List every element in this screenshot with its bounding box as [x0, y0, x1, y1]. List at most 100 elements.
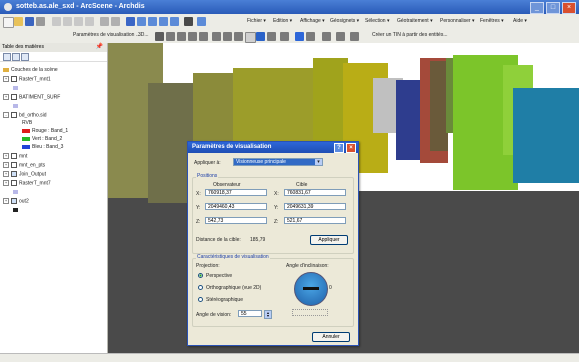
binoculars-icon[interactable]: [322, 32, 331, 41]
scene-layers-root[interactable]: Couches de la scène: [3, 67, 58, 73]
layer-checkbox[interactable]: [11, 76, 17, 82]
expand-icon[interactable]: +: [3, 76, 9, 82]
orthographic-radio[interactable]: [198, 285, 203, 290]
layer-checkbox-checked[interactable]: [11, 198, 17, 204]
pan-icon[interactable]: [234, 32, 243, 41]
help-icon[interactable]: ?: [334, 143, 344, 153]
redo-icon[interactable]: [111, 17, 120, 26]
delete-icon[interactable]: [85, 17, 94, 26]
dialog-title-bar[interactable]: Paramètres de visualisation ? ×: [188, 142, 358, 153]
tilt-dial[interactable]: [294, 272, 328, 306]
python-icon[interactable]: [197, 17, 206, 26]
window-tool-icon-2[interactable]: [148, 17, 157, 26]
navigate-icon[interactable]: [155, 32, 164, 41]
list-by-visibility-icon[interactable]: [21, 53, 29, 61]
minimize-icon[interactable]: _: [530, 2, 544, 14]
fov-field[interactable]: 55: [238, 310, 262, 317]
layer-rastert-mnt1[interactable]: + RasterT_mnt1: [3, 76, 51, 82]
layer-checkbox[interactable]: [11, 112, 17, 118]
menu-personnaliser[interactable]: Personnaliser ▾: [440, 18, 474, 24]
layer-checkbox[interactable]: [11, 153, 17, 159]
stereographic-radio[interactable]: [198, 297, 203, 302]
perspective-radio[interactable]: [198, 273, 203, 278]
collapse-icon[interactable]: -: [3, 112, 9, 118]
toolbox-icon[interactable]: [184, 17, 193, 26]
new-icon[interactable]: [3, 17, 14, 28]
red-swatch: [22, 128, 30, 133]
view-params-label[interactable]: Paramètres de visualisation ...: [73, 32, 140, 38]
identify-icon[interactable]: [267, 32, 276, 41]
menu-geotraitement[interactable]: Géotraitement ▾: [397, 18, 433, 24]
layer-checkbox[interactable]: [11, 94, 17, 100]
menu-fichier[interactable]: Fichier ▾: [247, 18, 266, 24]
select-icon[interactable]: [280, 32, 289, 41]
cancel-button[interactable]: Annuler: [312, 332, 350, 342]
list-by-source-icon[interactable]: [12, 53, 20, 61]
open-icon[interactable]: [14, 17, 23, 26]
window-tool-icon-3[interactable]: [159, 17, 168, 26]
globe-icon[interactable]: [256, 32, 265, 41]
expand-icon[interactable]: +: [3, 153, 9, 159]
print-icon[interactable]: [36, 17, 45, 26]
maximize-icon[interactable]: □: [546, 2, 560, 14]
fly-icon[interactable]: [166, 32, 175, 41]
expand-icon[interactable]: +: [3, 162, 9, 168]
layer-label: BATIMENT_SURF: [19, 94, 61, 101]
expand-icon[interactable]: +: [3, 94, 9, 100]
layer-join-output[interactable]: + Join_Output: [3, 171, 46, 177]
layer-mnt-en-pts[interactable]: + mnt_en_pts: [3, 162, 45, 168]
cut-icon[interactable]: [52, 17, 61, 26]
observer-y-field[interactable]: 2049460,43: [205, 203, 267, 210]
paste-icon[interactable]: [74, 17, 83, 26]
observer-z-field[interactable]: 542,73: [205, 217, 267, 224]
fov-spinner-icon[interactable]: ▴ ▾: [264, 310, 272, 319]
observer-x-field[interactable]: 760918,37: [205, 189, 267, 196]
menu-affichage[interactable]: Affichage ▾: [300, 18, 325, 24]
target-y-field[interactable]: 2049631,39: [284, 203, 346, 210]
save-icon[interactable]: [25, 17, 34, 26]
apply-button[interactable]: Appliquer: [310, 235, 348, 245]
zoom-out-icon[interactable]: [223, 32, 232, 41]
undo-icon[interactable]: [100, 17, 109, 26]
layer-rastert-mnt7[interactable]: + RasterT_mnt7: [3, 180, 51, 186]
create-tin-label[interactable]: Créer un TIN à partir des entités...: [372, 32, 448, 38]
layer-out2[interactable]: + out2: [3, 198, 29, 204]
expand-icon[interactable]: +: [3, 198, 9, 204]
apply-to-select[interactable]: Visionneuse principale ▾: [233, 158, 323, 166]
layer-mnt[interactable]: + mnt: [3, 153, 27, 159]
zoom-in-icon[interactable]: [212, 32, 221, 41]
add-data-icon[interactable]: [126, 17, 135, 26]
layer-bd-ortho[interactable]: - bd_ortho.sid: [3, 112, 47, 118]
layout-icon[interactable]: [336, 32, 345, 41]
layer-checkbox[interactable]: [11, 162, 17, 168]
zoom-target-icon[interactable]: [188, 32, 197, 41]
center-icon[interactable]: [199, 32, 208, 41]
target-x-field[interactable]: 760831,67: [284, 189, 346, 196]
dialog-close-icon[interactable]: ×: [346, 143, 356, 153]
layer-batiment-surf[interactable]: + BATIMENT_SURF: [3, 94, 60, 100]
menu-selection[interactable]: Sélection ▾: [365, 18, 389, 24]
close-icon[interactable]: ×: [562, 2, 576, 14]
expand-icon[interactable]: +: [3, 171, 9, 177]
window-tool-icon-4[interactable]: [170, 17, 179, 26]
menu-edition[interactable]: Edition ▾: [273, 18, 292, 24]
layer-checkbox-checked[interactable]: [11, 171, 17, 177]
building: [396, 80, 421, 160]
menu-fenetres[interactable]: Fenêtres ▾: [480, 18, 504, 24]
menu-geosignets[interactable]: Géosignets ▾: [330, 18, 359, 24]
list-by-drawing-order-icon[interactable]: [3, 53, 11, 61]
info-icon[interactable]: [295, 32, 304, 41]
chevron-down-icon[interactable]: ▾: [315, 159, 322, 165]
full-extent-icon[interactable]: [245, 32, 256, 43]
copy-icon[interactable]: [63, 17, 72, 26]
tin-tool-icon[interactable]: [350, 32, 359, 41]
target-icon[interactable]: [177, 32, 186, 41]
mode-label[interactable]: 3D...: [138, 32, 149, 38]
menu-aide[interactable]: Aide ▾: [513, 18, 527, 24]
toc-pin-icon[interactable]: 📌: [96, 43, 103, 52]
target-z-field[interactable]: 521,67: [284, 217, 346, 224]
expand-icon[interactable]: +: [3, 180, 9, 186]
measure-icon[interactable]: [306, 32, 315, 41]
window-tool-icon-1[interactable]: [137, 17, 146, 26]
layer-checkbox[interactable]: [11, 180, 17, 186]
